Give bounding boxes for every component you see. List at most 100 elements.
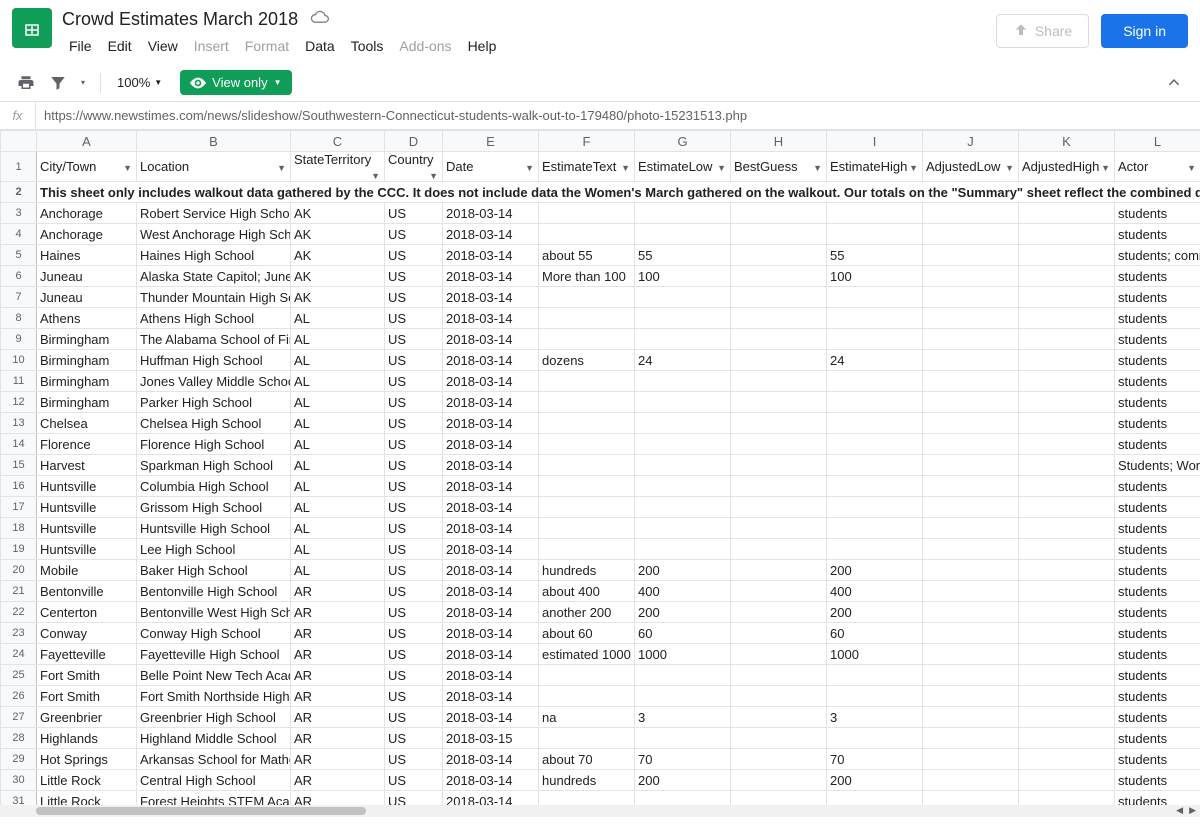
cell[interactable] [827,518,923,539]
cell[interactable]: students [1115,287,1200,308]
cell[interactable]: about 400 [539,581,635,602]
cell[interactable]: 2018-03-14 [443,707,539,728]
row-header[interactable]: 3 [1,203,37,224]
cell[interactable]: Fort Smith Northside High [137,686,291,707]
cell[interactable]: AK [291,224,385,245]
cell[interactable]: 60 [827,623,923,644]
filter-arrow-icon[interactable]: ▼ [1187,163,1196,173]
cell[interactable]: students [1115,581,1200,602]
cell[interactable]: Highland Middle School [137,728,291,749]
col-header-L[interactable]: L [1115,131,1200,152]
filter-arrow-icon[interactable]: ▼ [717,163,726,173]
cell[interactable]: students [1115,329,1200,350]
cell[interactable] [827,287,923,308]
cell[interactable] [923,686,1019,707]
select-all-corner[interactable] [1,131,37,152]
cell[interactable] [539,224,635,245]
cell[interactable]: 2018-03-14 [443,434,539,455]
cell[interactable] [827,665,923,686]
cell[interactable] [635,203,731,224]
cell[interactable]: Baker High School [137,560,291,581]
row-header[interactable]: 23 [1,623,37,644]
cell[interactable] [731,392,827,413]
cell[interactable] [923,497,1019,518]
cell[interactable]: students [1115,623,1200,644]
cell[interactable]: 2018-03-15 [443,728,539,749]
cell[interactable] [1019,392,1115,413]
cell[interactable]: Fayetteville [37,644,137,665]
cell[interactable] [539,518,635,539]
menu-view[interactable]: View [141,34,185,58]
cell[interactable] [539,434,635,455]
cell[interactable]: students [1115,413,1200,434]
cell[interactable]: Florence High School [137,434,291,455]
header-cell[interactable]: EstimateHigh▼ [827,152,923,182]
cell[interactable]: Highlands [37,728,137,749]
cell[interactable] [923,287,1019,308]
cell[interactable]: AL [291,308,385,329]
cell[interactable] [1019,329,1115,350]
cell[interactable] [827,371,923,392]
cell[interactable] [539,665,635,686]
cell[interactable]: 2018-03-14 [443,686,539,707]
cell[interactable]: US [385,749,443,770]
cell[interactable]: dozens [539,350,635,371]
cell[interactable]: 2018-03-14 [443,623,539,644]
row-header[interactable]: 28 [1,728,37,749]
row-header[interactable]: 21 [1,581,37,602]
cell[interactable]: US [385,455,443,476]
cell[interactable] [635,728,731,749]
cell[interactable] [731,602,827,623]
row-header[interactable]: 18 [1,518,37,539]
cell[interactable]: students [1115,560,1200,581]
cell[interactable]: AK [291,266,385,287]
cell[interactable]: 100 [827,266,923,287]
cell[interactable]: AL [291,497,385,518]
cell[interactable]: 2018-03-14 [443,413,539,434]
cell[interactable] [923,602,1019,623]
cell[interactable]: 2018-03-14 [443,644,539,665]
menu-file[interactable]: File [62,34,99,58]
header-cell[interactable]: StateTerritory▼ [291,152,385,182]
cell[interactable] [731,644,827,665]
cell[interactable]: 2018-03-14 [443,497,539,518]
cell[interactable] [539,308,635,329]
cell[interactable] [539,371,635,392]
cell[interactable] [923,623,1019,644]
row-header[interactable]: 5 [1,245,37,266]
cell[interactable]: Huntsville High School [137,518,291,539]
cell[interactable]: Alaska State Capitol; Juneau [137,266,291,287]
cell[interactable] [539,413,635,434]
cell[interactable] [923,644,1019,665]
formula-input[interactable]: https://www.newstimes.com/news/slideshow… [36,102,1200,129]
cell[interactable] [827,455,923,476]
cell[interactable]: US [385,308,443,329]
cell[interactable]: Juneau [37,266,137,287]
cell[interactable]: 2018-03-14 [443,371,539,392]
cell[interactable] [827,224,923,245]
cell[interactable]: US [385,518,443,539]
filter-arrow-icon[interactable]: ▼ [813,163,822,173]
row-header[interactable]: 24 [1,644,37,665]
cell[interactable]: Juneau [37,287,137,308]
cell[interactable] [923,518,1019,539]
cell[interactable]: Bentonville [37,581,137,602]
cell[interactable]: Florence [37,434,137,455]
cell[interactable] [1019,287,1115,308]
cell[interactable] [539,728,635,749]
cell[interactable]: AL [291,434,385,455]
cell[interactable]: Columbia High School [137,476,291,497]
sheets-logo[interactable] [12,8,52,48]
cell[interactable] [1019,413,1115,434]
cell[interactable] [827,203,923,224]
scroll-left-icon[interactable]: ◀ [1174,805,1185,816]
menu-tools[interactable]: Tools [344,34,391,58]
cell[interactable] [923,392,1019,413]
cell[interactable] [539,203,635,224]
cell[interactable] [539,686,635,707]
cell[interactable]: US [385,224,443,245]
cell[interactable] [923,770,1019,791]
cell[interactable]: US [385,392,443,413]
cell[interactable]: AL [291,476,385,497]
cell[interactable]: students [1115,476,1200,497]
